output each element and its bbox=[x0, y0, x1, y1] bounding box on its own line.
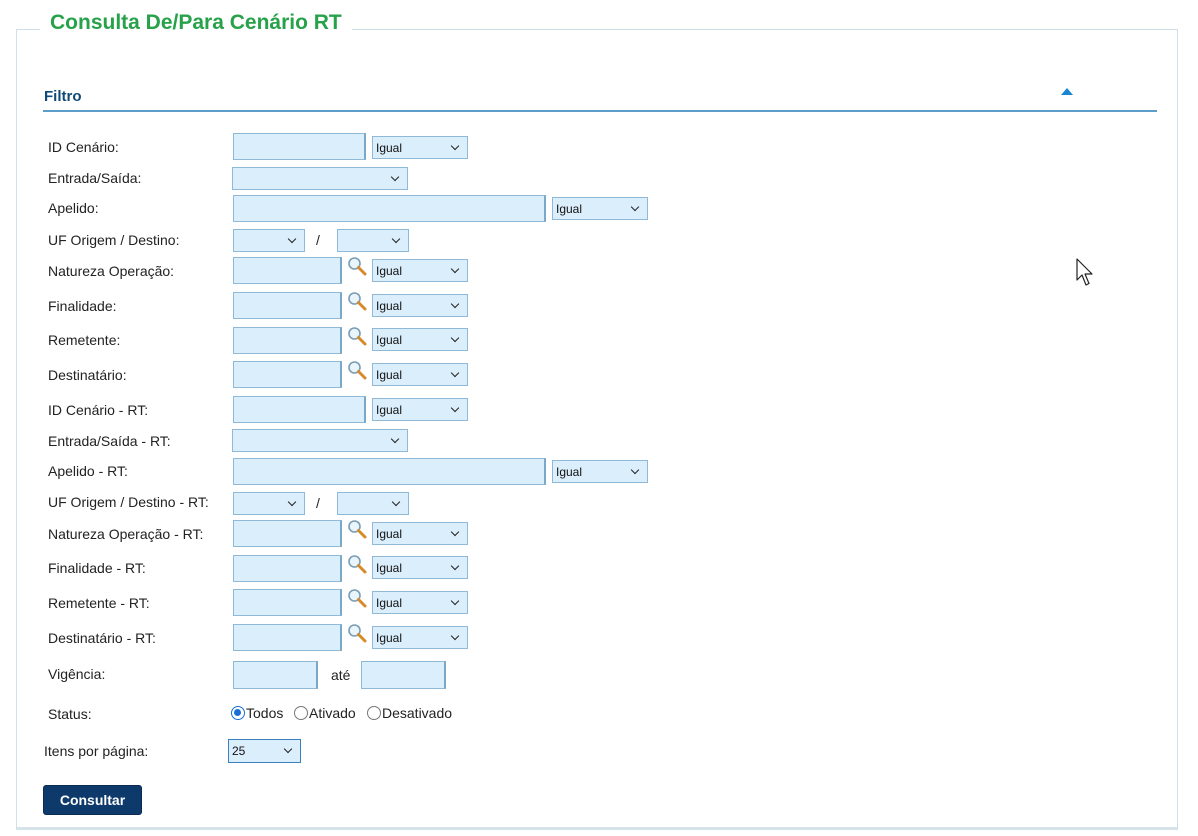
status-radio-ativado[interactable]: Ativado bbox=[294, 705, 356, 721]
vigencia-end-input[interactable] bbox=[361, 661, 446, 689]
uf-separator: / bbox=[316, 232, 320, 248]
natureza-rt-input[interactable] bbox=[233, 520, 342, 547]
page-title: Consulta De/Para Cenário RT bbox=[40, 11, 352, 35]
status-option-label: Ativado bbox=[309, 705, 356, 721]
id-cenario-rt-operator-select[interactable]: Igual bbox=[372, 398, 468, 421]
entrada-saida-rt-label: Entrada/Saída - RT: bbox=[48, 433, 171, 449]
caret-up-icon[interactable] bbox=[1061, 88, 1073, 95]
magnifier-icon[interactable] bbox=[346, 359, 368, 381]
natureza-operator-select[interactable]: Igual bbox=[372, 259, 468, 282]
natureza-label: Natureza Operação: bbox=[48, 263, 175, 279]
finalidade-rt-operator-select[interactable]: Igual bbox=[372, 556, 468, 579]
remetente-rt-label: Remetente - RT: bbox=[48, 595, 150, 611]
id-cenario-rt-input[interactable] bbox=[233, 396, 366, 423]
natureza-rt-label: Natureza Operação - RT: bbox=[48, 526, 204, 542]
magnifier-icon[interactable] bbox=[346, 290, 368, 312]
uf-origem-select[interactable] bbox=[233, 229, 305, 252]
filter-section-header: Filtro bbox=[43, 88, 1157, 112]
status-radio-todos[interactable]: Todos bbox=[231, 705, 283, 721]
finalidade-label: Finalidade: bbox=[48, 298, 117, 314]
id-cenario-input[interactable] bbox=[233, 133, 366, 160]
filter-panel bbox=[16, 29, 1178, 830]
entrada-saida-select[interactable] bbox=[232, 167, 408, 190]
finalidade-input[interactable] bbox=[233, 292, 342, 319]
uf-rt-label: UF Origem / Destino - RT: bbox=[48, 494, 209, 510]
itens-por-pagina-select[interactable]: 25 bbox=[228, 739, 301, 763]
remetente-rt-operator-select[interactable]: Igual bbox=[372, 591, 468, 614]
magnifier-icon[interactable] bbox=[346, 325, 368, 347]
finalidade-operator-select[interactable]: Igual bbox=[372, 294, 468, 317]
apelido-rt-label: Apelido - RT: bbox=[48, 463, 128, 479]
entrada-saida-label: Entrada/Saída: bbox=[48, 170, 142, 186]
finalidade-rt-label: Finalidade - RT: bbox=[48, 560, 146, 576]
natureza-rt-operator-select[interactable]: Igual bbox=[372, 522, 468, 545]
uf-label: UF Origem / Destino: bbox=[48, 232, 180, 248]
magnifier-icon[interactable] bbox=[346, 553, 368, 575]
uf-destino-select[interactable] bbox=[337, 229, 409, 252]
vigencia-label: Vigência: bbox=[48, 666, 106, 682]
remetente-label: Remetente: bbox=[48, 332, 121, 348]
uf-destino-rt-select[interactable] bbox=[337, 492, 409, 515]
magnifier-icon[interactable] bbox=[346, 255, 368, 277]
finalidade-rt-input[interactable] bbox=[233, 555, 342, 582]
remetente-rt-input[interactable] bbox=[233, 589, 342, 616]
uf-rt-separator: / bbox=[316, 495, 320, 511]
natureza-input[interactable] bbox=[233, 257, 342, 284]
destinatario-label: Destinatário: bbox=[48, 367, 127, 383]
id-cenario-operator-select[interactable]: Igual bbox=[372, 136, 468, 159]
filter-section-title: Filtro bbox=[44, 88, 82, 105]
apelido-input[interactable] bbox=[233, 195, 546, 222]
magnifier-icon[interactable] bbox=[346, 587, 368, 609]
apelido-operator-select[interactable]: Igual bbox=[552, 197, 648, 220]
status-label: Status: bbox=[48, 706, 92, 722]
mouse-cursor-icon bbox=[1076, 258, 1093, 286]
vigencia-start-input[interactable] bbox=[233, 661, 318, 689]
destinatario-operator-select[interactable]: Igual bbox=[372, 363, 468, 386]
radio-icon[interactable] bbox=[367, 706, 381, 720]
destinatario-rt-operator-select[interactable]: Igual bbox=[372, 626, 468, 649]
destinatario-rt-label: Destinatário - RT: bbox=[48, 630, 156, 646]
radio-icon[interactable] bbox=[231, 706, 245, 720]
radio-icon[interactable] bbox=[294, 706, 308, 720]
id-cenario-label: ID Cenário: bbox=[48, 139, 119, 155]
status-radio-desativado[interactable]: Desativado bbox=[367, 705, 452, 721]
entrada-saida-rt-select[interactable] bbox=[232, 429, 408, 452]
apelido-rt-operator-select[interactable]: Igual bbox=[552, 460, 648, 483]
uf-origem-rt-select[interactable] bbox=[233, 492, 305, 515]
destinatario-rt-input[interactable] bbox=[233, 624, 342, 651]
id-cenario-rt-label: ID Cenário - RT: bbox=[48, 402, 149, 418]
apelido-label: Apelido: bbox=[48, 200, 99, 216]
vigencia-ate-label: até bbox=[331, 667, 351, 683]
itens-por-pagina-label: Itens por página: bbox=[44, 743, 149, 759]
magnifier-icon[interactable] bbox=[346, 622, 368, 644]
remetente-input[interactable] bbox=[233, 327, 342, 354]
consultar-button[interactable]: Consultar bbox=[43, 785, 142, 815]
apelido-rt-input[interactable] bbox=[233, 458, 546, 485]
magnifier-icon[interactable] bbox=[346, 518, 368, 540]
status-option-label: Desativado bbox=[382, 705, 453, 721]
status-option-label: Todos bbox=[246, 705, 284, 721]
destinatario-input[interactable] bbox=[233, 361, 342, 388]
remetente-operator-select[interactable]: Igual bbox=[372, 328, 468, 351]
